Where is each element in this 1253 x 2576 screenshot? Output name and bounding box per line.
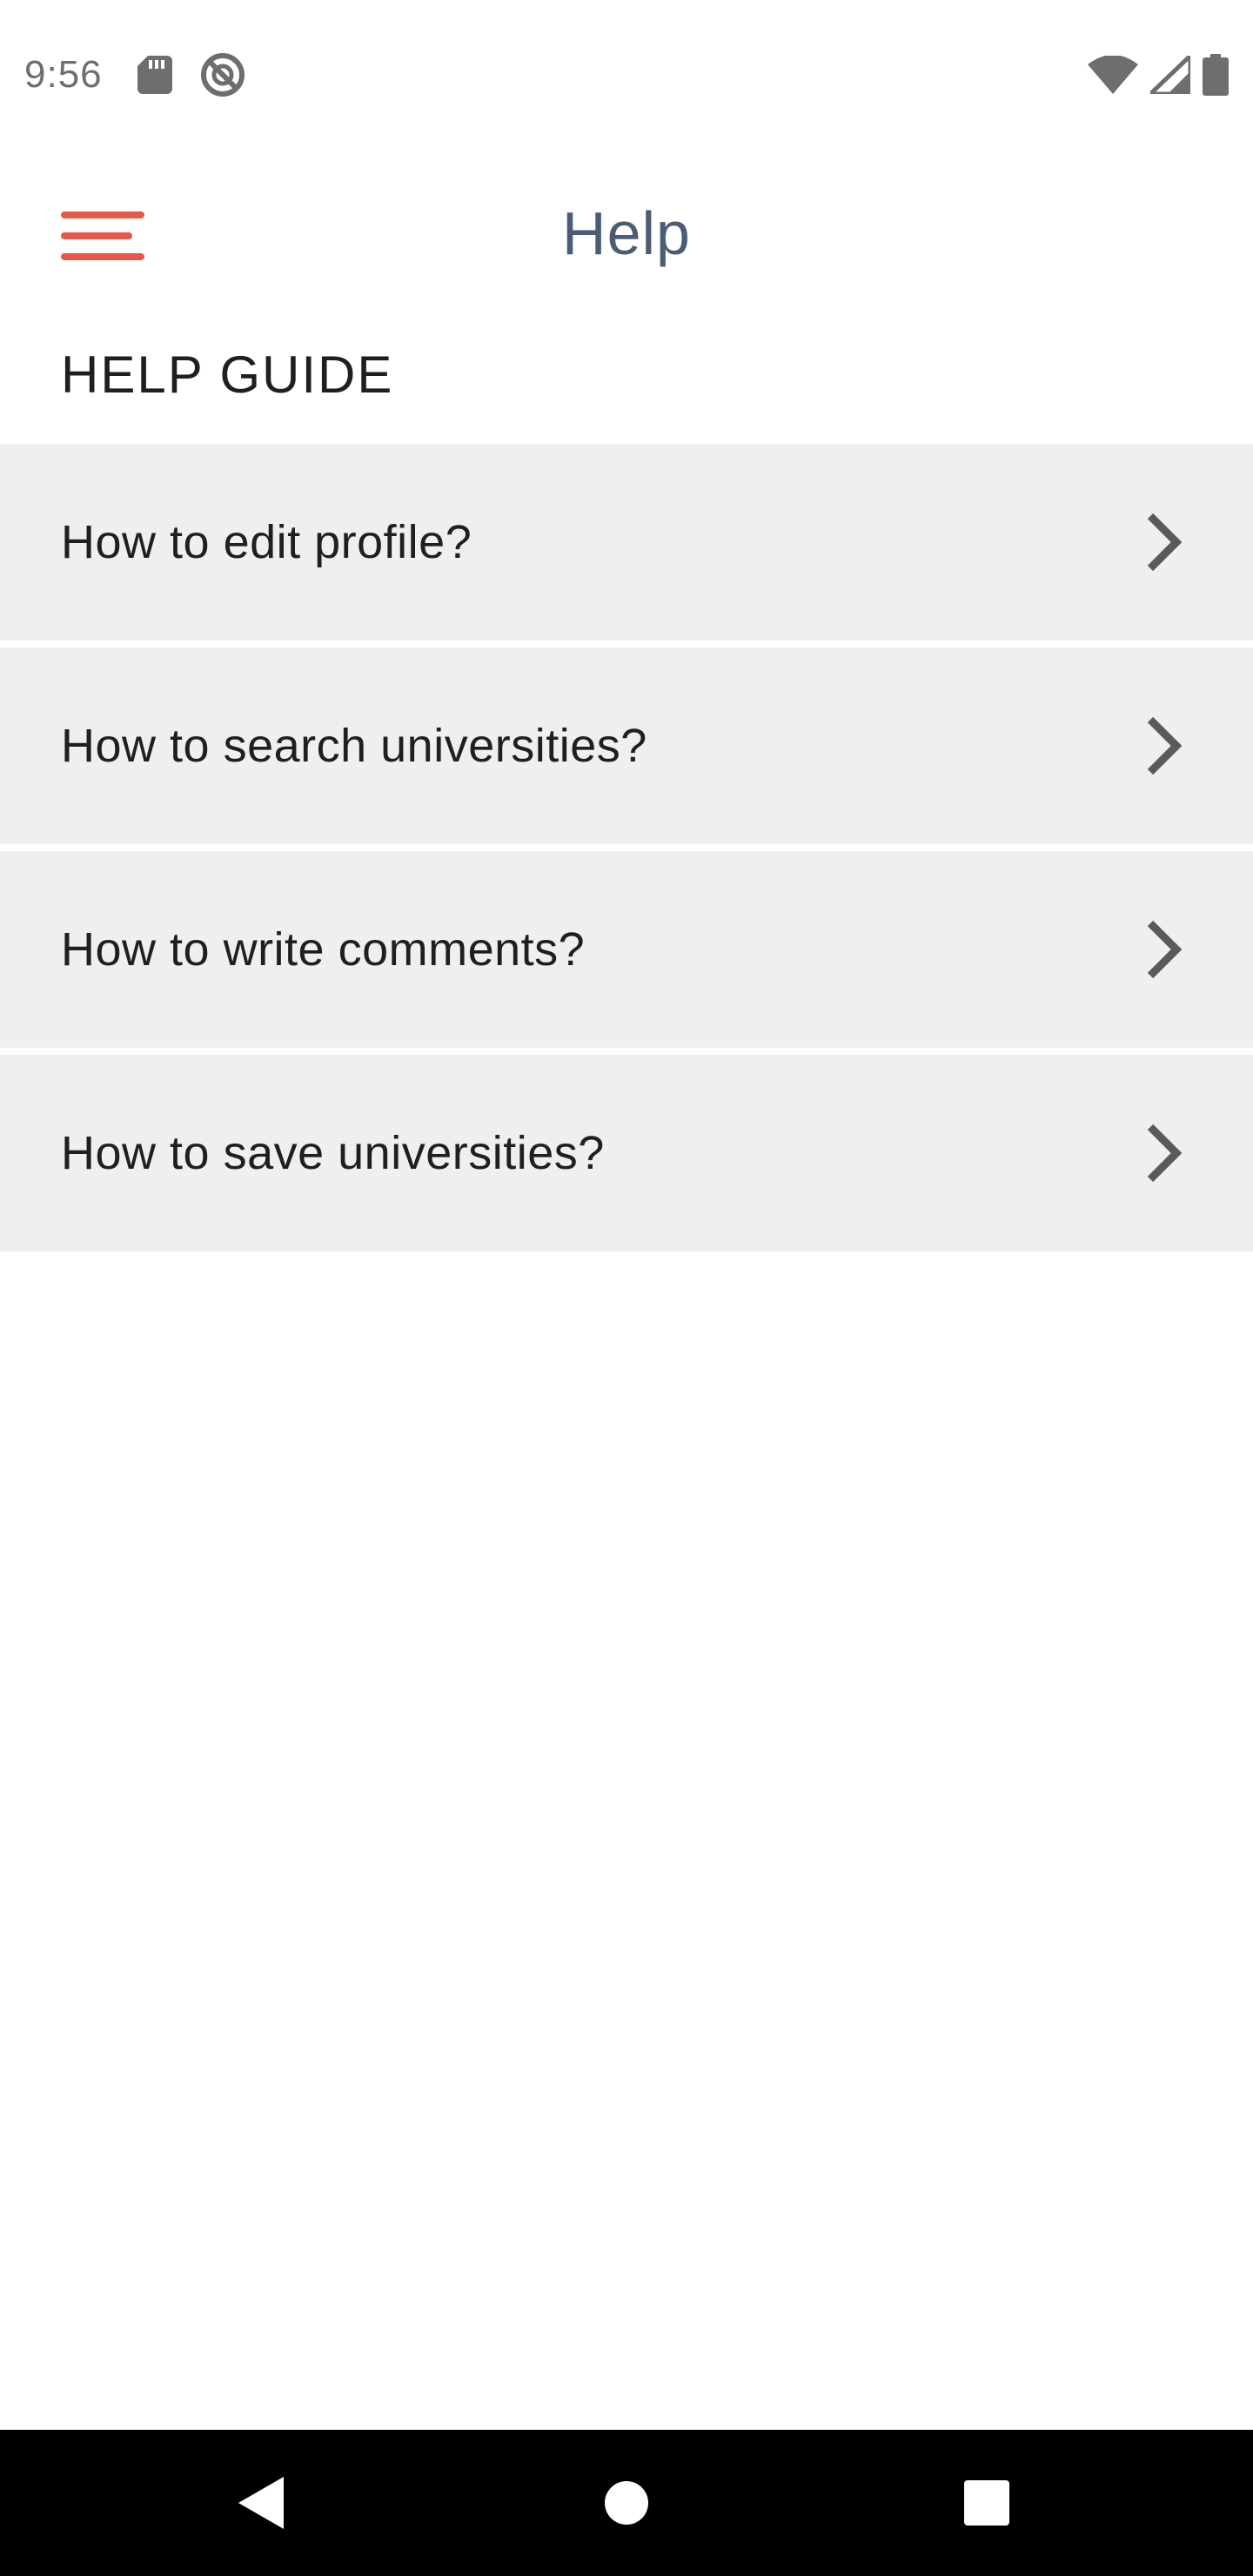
status-bar: 9:56: [0, 0, 1253, 150]
help-item-label: How to write comments?: [61, 923, 586, 976]
help-item-write-comments[interactable]: How to write comments?: [0, 851, 1253, 1048]
help-screen: 9:56 Help HELP GUIDE How to edit profile…: [0, 0, 1253, 2576]
chevron-right-icon: [1147, 1124, 1183, 1183]
help-item-edit-profile[interactable]: How to edit profile?: [0, 444, 1253, 641]
navigation-bar: [0, 2430, 1253, 2576]
page-title: Help: [562, 199, 691, 267]
wifi-icon: [1088, 56, 1138, 94]
help-item-label: How to save universities?: [61, 1127, 605, 1179]
cell-signal-icon: [1150, 56, 1190, 94]
recents-icon[interactable]: [964, 2480, 1009, 2526]
do-not-disturb-icon: [200, 53, 245, 97]
section-heading: HELP GUIDE: [61, 345, 394, 404]
chevron-right-icon: [1147, 920, 1183, 979]
status-left: 9:56: [24, 52, 245, 97]
back-icon[interactable]: [235, 2475, 287, 2531]
battery-icon: [1203, 54, 1229, 96]
help-item-save-universities[interactable]: How to save universities?: [0, 1055, 1253, 1251]
help-item-label: How to search universities?: [61, 720, 647, 772]
help-list: How to edit profile? How to search unive…: [0, 444, 1253, 1258]
home-icon[interactable]: [604, 2480, 649, 2526]
status-right: [1088, 54, 1229, 96]
chevron-right-icon: [1147, 716, 1183, 775]
help-item-search-universities[interactable]: How to search universities?: [0, 647, 1253, 844]
help-item-label: How to edit profile?: [61, 516, 472, 568]
app-bar: Help: [0, 150, 1253, 320]
sd-card-icon: [137, 56, 172, 94]
status-time: 9:56: [24, 53, 103, 96]
chevron-right-icon: [1147, 513, 1183, 572]
